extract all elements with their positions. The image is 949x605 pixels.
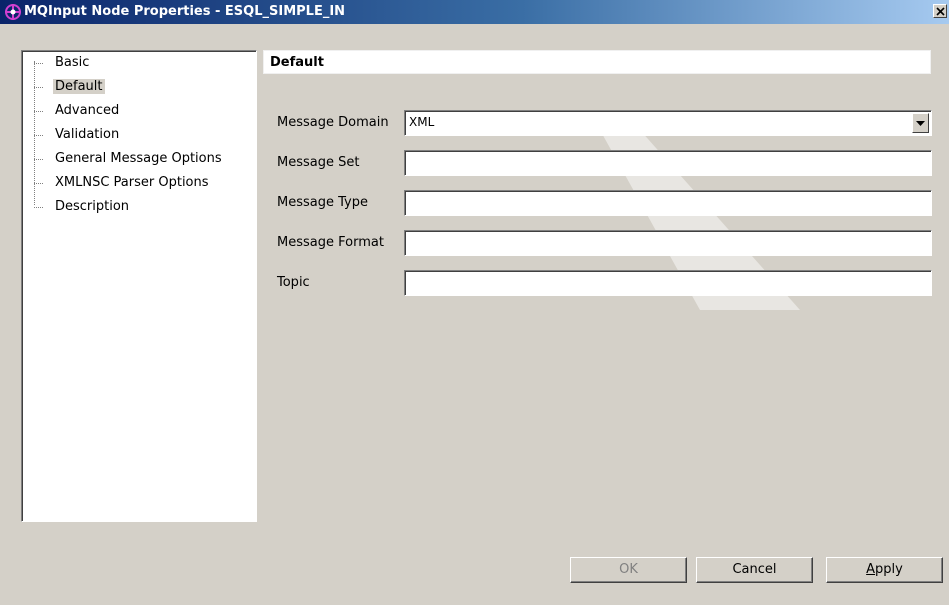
close-button[interactable]	[933, 4, 947, 18]
cancel-button[interactable]: Cancel	[696, 557, 813, 583]
message-format-label: Message Format	[277, 235, 384, 250]
property-tree: Basic Default Advanced Validation Genera…	[21, 50, 257, 522]
tree-connector	[34, 111, 43, 112]
panel-header: Default	[263, 50, 931, 74]
apply-button[interactable]: Apply	[826, 557, 943, 583]
tree-item-label: Description	[55, 199, 130, 214]
tree-item-label: Default	[53, 79, 105, 94]
message-format-row: Message Format	[277, 230, 932, 256]
tree-connector	[34, 87, 43, 88]
ok-button[interactable]: OK	[570, 557, 687, 583]
message-domain-select[interactable]: XML	[404, 110, 932, 136]
tree-item-label: Basic	[55, 55, 90, 70]
tree-item-general-message-options[interactable]: General Message Options	[26, 149, 254, 169]
tree-connector	[34, 159, 43, 160]
tree-item-label: General Message Options	[55, 151, 222, 166]
topic-input[interactable]	[404, 270, 932, 296]
tree-item-advanced[interactable]: Advanced	[26, 101, 254, 121]
tree-item-default[interactable]: Default	[26, 77, 254, 97]
tree-item-label: Validation	[55, 127, 120, 142]
ok-button-label: OK	[619, 562, 638, 577]
panel-title: Default	[270, 55, 324, 70]
message-domain-label: Message Domain	[277, 115, 389, 130]
message-set-row: Message Set	[277, 150, 932, 176]
close-icon	[936, 7, 945, 16]
message-type-row: Message Type	[277, 190, 932, 216]
cancel-button-label: Cancel	[732, 562, 777, 577]
apply-button-mnemonic: A	[866, 562, 876, 577]
tree-item-label: Advanced	[55, 103, 120, 118]
title-bar: MQInput Node Properties - ESQL_SIMPLE_IN	[0, 0, 949, 24]
chevron-down-icon	[916, 121, 925, 126]
topic-row: Topic	[277, 270, 932, 296]
message-type-label: Message Type	[277, 195, 368, 210]
apply-button-rest: pply	[875, 562, 903, 577]
message-domain-row: Message Domain XML	[277, 110, 932, 136]
message-type-input[interactable]	[404, 190, 932, 216]
tree-connector	[34, 207, 43, 208]
tree-connector	[34, 135, 43, 136]
node-properties-icon	[4, 3, 22, 21]
topic-label: Topic	[277, 275, 310, 290]
message-domain-value: XML	[409, 115, 435, 129]
dropdown-button[interactable]	[912, 113, 929, 133]
message-set-input[interactable]	[404, 150, 932, 176]
tree-item-label: XMLNSC Parser Options	[55, 175, 209, 190]
message-set-label: Message Set	[277, 155, 360, 170]
tree-connector	[34, 63, 43, 64]
tree-connector	[34, 183, 43, 184]
tree-item-basic[interactable]: Basic	[26, 53, 254, 73]
tree-item-description[interactable]: Description	[26, 197, 254, 217]
message-format-input[interactable]	[404, 230, 932, 256]
tree-item-validation[interactable]: Validation	[26, 125, 254, 145]
window-title: MQInput Node Properties - ESQL_SIMPLE_IN	[24, 4, 346, 19]
tree-item-xmlnsc-parser-options[interactable]: XMLNSC Parser Options	[26, 173, 254, 193]
